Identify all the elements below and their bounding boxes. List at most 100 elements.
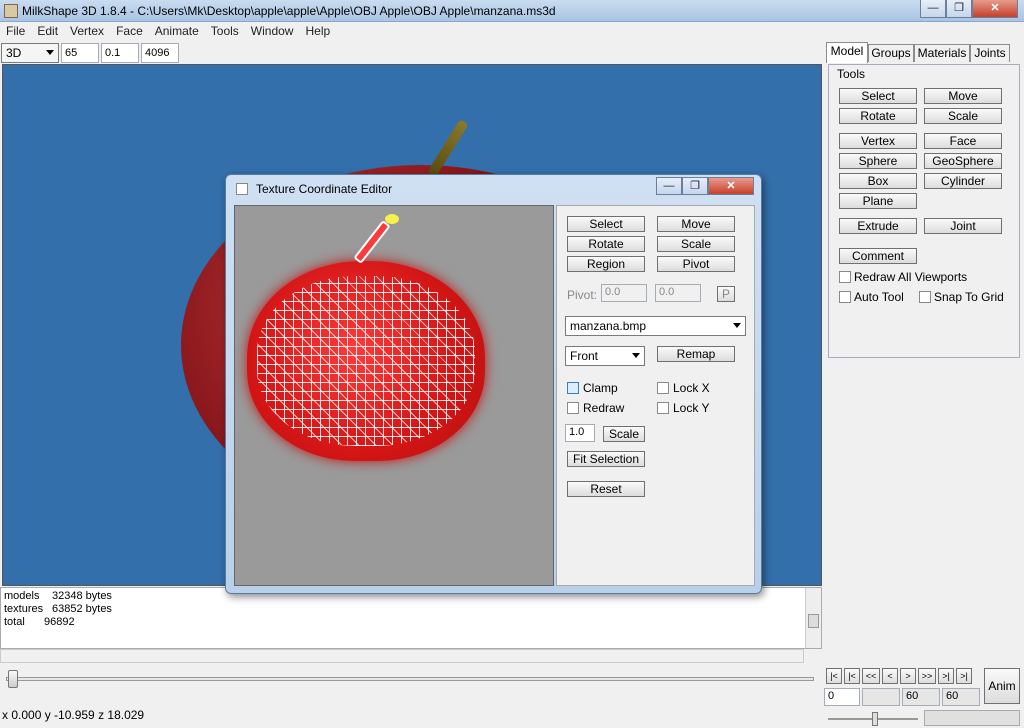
- frame-end-field[interactable]: 60: [902, 688, 940, 706]
- menu-help[interactable]: Help: [299, 22, 336, 38]
- forward-button[interactable]: >>: [918, 668, 936, 684]
- reset-button[interactable]: Reset: [567, 481, 645, 497]
- log-scrollbar[interactable]: [805, 588, 821, 648]
- tab-model[interactable]: Model: [826, 42, 868, 63]
- joint-button[interactable]: Joint: [924, 218, 1002, 234]
- frame-total-field[interactable]: 60: [942, 688, 980, 706]
- menu-file[interactable]: File: [0, 22, 31, 38]
- dialog-restore-button[interactable]: ❐: [682, 177, 708, 195]
- snap-grid-label: Snap To Grid: [934, 290, 1004, 304]
- redraw-all-checkbox[interactable]: [839, 271, 851, 283]
- box-button[interactable]: Box: [839, 173, 917, 189]
- tab-joints[interactable]: Joints: [970, 44, 1010, 62]
- fov-field[interactable]: 65: [61, 43, 99, 63]
- prev-frame-button[interactable]: <: [882, 668, 898, 684]
- menu-vertex[interactable]: Vertex: [64, 22, 110, 38]
- pivot-p-button[interactable]: P: [717, 286, 735, 302]
- scale-button[interactable]: Scale: [924, 108, 1002, 124]
- view-select[interactable]: Front: [565, 346, 645, 366]
- vertex-button[interactable]: Vertex: [839, 133, 917, 149]
- dialog-close-button[interactable]: ✕: [708, 177, 754, 195]
- menu-animate[interactable]: Animate: [149, 22, 205, 38]
- tce-scale2-button[interactable]: Scale: [603, 426, 645, 442]
- tce-move-button[interactable]: Move: [657, 216, 735, 232]
- tce-pivot-button[interactable]: Pivot: [657, 256, 735, 272]
- clamp-label: Clamp: [583, 381, 618, 395]
- slider-thumb[interactable]: [8, 670, 18, 688]
- texture-leaf: [385, 214, 399, 224]
- locky-checkbox[interactable]: [657, 402, 669, 414]
- log-hscrollbar[interactable]: [0, 649, 804, 663]
- auto-tool-checkbox[interactable]: [839, 291, 851, 303]
- texture-canvas[interactable]: [234, 205, 554, 586]
- close-button[interactable]: ✕: [972, 0, 1018, 18]
- snap-grid-checkbox[interactable]: [919, 291, 931, 303]
- dialog-minimize-button[interactable]: —: [656, 177, 682, 195]
- next-frame-button[interactable]: >: [900, 668, 916, 684]
- tab-groups[interactable]: Groups: [868, 44, 914, 62]
- menu-edit[interactable]: Edit: [31, 22, 64, 38]
- prev-key-button[interactable]: |<: [844, 668, 860, 684]
- pivot-x-field[interactable]: 0.0: [601, 284, 647, 302]
- scale-value-field[interactable]: 1.0: [565, 424, 595, 442]
- tab-materials[interactable]: Materials: [914, 44, 970, 62]
- frame-current-field[interactable]: [862, 688, 900, 706]
- viewport-toolbar: 3D 65 0.1 4096: [0, 42, 824, 64]
- next-key-button[interactable]: >|: [938, 668, 954, 684]
- remap-button[interactable]: Remap: [657, 346, 735, 362]
- uv-mesh[interactable]: [257, 276, 475, 446]
- texture-select[interactable]: manzana.bmp: [565, 316, 746, 336]
- sphere-button[interactable]: Sphere: [839, 153, 917, 169]
- tce-region-button[interactable]: Region: [567, 256, 645, 272]
- anim-button[interactable]: Anim: [984, 668, 1020, 704]
- lockx-label: Lock X: [673, 381, 710, 395]
- timeline-slider[interactable]: [0, 667, 820, 693]
- progress-bar: [924, 710, 1020, 726]
- extrude-button[interactable]: Extrude: [839, 218, 917, 234]
- redraw-all-label: Redraw All Viewports: [854, 270, 968, 284]
- first-frame-button[interactable]: |<: [826, 668, 842, 684]
- scroll-thumb[interactable]: [808, 614, 819, 628]
- auto-tool-label: Auto Tool: [854, 290, 904, 304]
- app-icon: [4, 4, 18, 18]
- plane-button[interactable]: Plane: [839, 193, 917, 209]
- pivot-y-field[interactable]: 0.0: [655, 284, 701, 302]
- menu-window[interactable]: Window: [245, 22, 300, 38]
- move-button[interactable]: Move: [924, 88, 1002, 104]
- maximize-button[interactable]: ❐: [946, 0, 972, 18]
- face-button[interactable]: Face: [924, 133, 1002, 149]
- comment-button[interactable]: Comment: [839, 248, 917, 264]
- view-select-value: Front: [570, 349, 599, 363]
- menu-tools[interactable]: Tools: [205, 22, 245, 38]
- anim-controls: |< |< << < > >> >| >| Anim 0 60 60: [824, 668, 1024, 728]
- coords-readout: x 0.000 y -10.959 z 18.029: [2, 708, 145, 722]
- speed-thumb[interactable]: [872, 712, 878, 726]
- menu-face[interactable]: Face: [110, 22, 149, 38]
- menu-bar: File Edit Vertex Face Animate Tools Window Help: [0, 22, 1024, 42]
- tce-select-button[interactable]: Select: [567, 216, 645, 232]
- speed-slider[interactable]: [828, 712, 918, 726]
- rewind-button[interactable]: <<: [862, 668, 880, 684]
- cylinder-button[interactable]: Cylinder: [924, 173, 1002, 189]
- pivot-label: Pivot:: [567, 288, 598, 302]
- lockx-checkbox[interactable]: [657, 382, 669, 394]
- fit-selection-button[interactable]: Fit Selection: [567, 451, 645, 467]
- geosphere-button[interactable]: GeoSphere: [924, 153, 1002, 169]
- view-mode-select[interactable]: 3D: [1, 43, 59, 63]
- tce-rotate-button[interactable]: Rotate: [567, 236, 645, 252]
- last-frame-button[interactable]: >|: [956, 668, 972, 684]
- select-button[interactable]: Select: [839, 88, 917, 104]
- redraw-checkbox[interactable]: [567, 402, 579, 414]
- log-label: total: [4, 616, 25, 628]
- chevron-down-icon: [733, 323, 741, 328]
- near-field[interactable]: 0.1: [101, 43, 139, 63]
- clamp-checkbox[interactable]: [567, 382, 579, 394]
- rotate-button[interactable]: Rotate: [839, 108, 917, 124]
- frame-start-field[interactable]: 0: [824, 688, 860, 706]
- dialog-icon: [236, 183, 248, 195]
- minimize-button[interactable]: —: [920, 0, 946, 18]
- log-value: 96892: [44, 616, 75, 628]
- far-field[interactable]: 4096: [141, 43, 179, 63]
- tce-scale-button[interactable]: Scale: [657, 236, 735, 252]
- tce-controls: Select Move Rotate Scale Region Pivot Pi…: [556, 205, 755, 586]
